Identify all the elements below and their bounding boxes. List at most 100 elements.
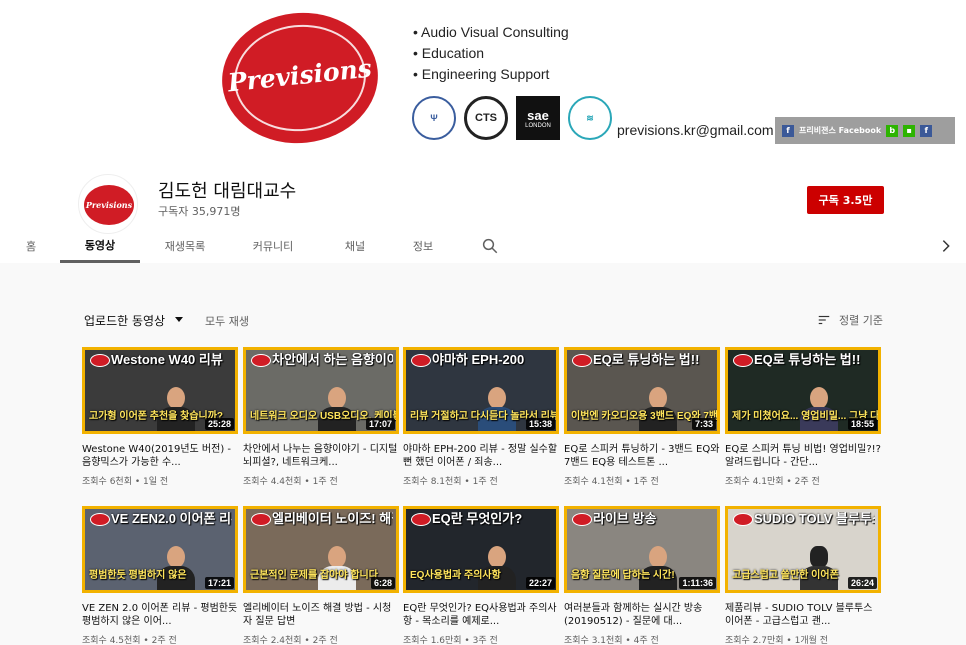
video-title[interactable]: EQ란 무엇인가? EQ사용법과 주의사항 - 목소리를 예제로...: [403, 602, 559, 628]
thumbnail-headline: 라이브 방송: [593, 512, 657, 526]
youtube-channel-page: Previsions Audio Visual Consulting Educa…: [0, 0, 966, 645]
thumbnail-headline: EQ로 튜닝하는 법!!: [593, 353, 700, 367]
thumbnail-headline: 야마하 EPH-200: [432, 353, 525, 367]
video-thumbnail[interactable]: 야마하 EPH-200 리뷰 거절하고 다시듣다 놀라서 리뷰함 15:38: [403, 347, 559, 434]
video-thumbnail[interactable]: EQ로 튜닝하는 법!! 제가 미쳤어요... 영업비밀... 그냥 다 알려드…: [725, 347, 881, 434]
sort-icon[interactable]: [817, 313, 831, 327]
video-title[interactable]: 엘리베이터 노이즈 해결 방법 - 시청자 질문 답변: [243, 602, 399, 628]
thumbnail-headline: EQ란 무엇인가?: [432, 512, 523, 526]
thumbnail-headline: Westone W40 리뷰: [111, 353, 223, 367]
thumbnail-caption: EQ사용법과 주의사항: [410, 570, 501, 581]
tab-about[interactable]: 정보: [403, 229, 443, 263]
tab-channels[interactable]: 채널: [335, 229, 375, 263]
avatar-logo: Previsions: [84, 185, 134, 225]
partner-badges: Ψ CTS sae LONDON ≋: [412, 96, 612, 140]
facebook-label[interactable]: 프리비젼스 Facebook: [799, 125, 881, 136]
brand-logo-icon: [90, 513, 110, 526]
video-duration: 26:24: [847, 577, 877, 589]
video-thumbnail[interactable]: 엘리베이터 노이즈! 해결 방법 근본적인 문제를 잡아야 합니다 6:28: [243, 506, 399, 593]
tab-community[interactable]: 커뮤니티: [240, 229, 306, 263]
video-thumbnail[interactable]: EQ로 튜닝하는 법!! 이번엔 카오디오용 3밴드 EQ와 7밴드 EQ 7:…: [564, 347, 720, 434]
facebook-icon[interactable]: f: [782, 124, 794, 137]
video-title[interactable]: 차안에서 나누는 음향이야기 - 디지털 뇌피셜?, 네트워크케...: [243, 443, 399, 469]
video-meta: 조회수 4.1만회 • 2주 전: [725, 477, 820, 487]
search-icon[interactable]: [481, 237, 499, 255]
previsions-logo: Previsions: [215, 5, 385, 151]
presenter-image: [157, 385, 195, 431]
uploaded-videos-dropdown[interactable]: 업로드한 동영상: [84, 312, 165, 329]
presenter-image: [800, 385, 838, 431]
video-card[interactable]: SUDIO TOLV 블루투스 이어폰 고급스럽고 쓸만한 이어폰 26:24 …: [725, 506, 881, 645]
channel-tabs: 홈 동영상 재생목록 커뮤니티 채널 정보: [0, 229, 966, 263]
brand-logo-icon: [733, 513, 753, 526]
chevron-right-icon[interactable]: [938, 238, 954, 254]
video-card[interactable]: EQ로 튜닝하는 법!! 이번엔 카오디오용 3밴드 EQ와 7밴드 EQ 7:…: [564, 347, 720, 487]
video-card[interactable]: EQ로 튜닝하는 법!! 제가 미쳤어요... 영업비밀... 그냥 다 알려드…: [725, 347, 881, 487]
video-title[interactable]: Westone W40(2019년도 버전) - 음향믹스가 가능한 수...: [82, 443, 238, 469]
video-thumbnail[interactable]: EQ란 무엇인가? EQ사용법과 주의사항 22:27: [403, 506, 559, 593]
video-meta: 조회수 2.4천회 • 2주 전: [243, 636, 338, 645]
logo-text: Previsions: [226, 53, 374, 98]
brand-logo-icon: [251, 513, 271, 526]
tab-videos[interactable]: 동영상: [60, 229, 140, 263]
blog-icon[interactable]: b: [886, 124, 899, 137]
video-title[interactable]: 제품리뷰 - SUDIO TOLV 블루투스 이어폰 - 고급스럽고 괜...: [725, 602, 881, 628]
video-card[interactable]: 야마하 EPH-200 리뷰 거절하고 다시듣다 놀라서 리뷰함 15:38 야…: [403, 347, 559, 487]
video-meta: 조회수 2.7만회 • 1개월 전: [725, 636, 829, 645]
video-duration: 15:38: [525, 418, 555, 430]
channel-banner: Previsions Audio Visual Consulting Educa…: [0, 0, 966, 155]
university-seal-icon-2: ≋: [568, 96, 612, 140]
video-duration: 6:28: [370, 577, 395, 589]
sae-text: sae: [527, 107, 549, 123]
video-meta: 조회수 4.4천회 • 1주 전: [243, 477, 338, 487]
channel-name: 김도헌 대림대교수: [158, 181, 297, 202]
video-filter-row: 업로드한 동영상 모두 재생 정렬 기준: [84, 312, 884, 330]
facebook-icon-2[interactable]: f: [920, 124, 933, 137]
video-meta: 조회수 6천회 • 1일 전: [82, 477, 169, 487]
presenter-image: [639, 385, 677, 431]
video-thumbnail[interactable]: Westone W40 리뷰 고가형 이어폰 추천을 찾습니까? 25:28: [82, 347, 238, 434]
sae-sub: LONDON: [525, 122, 551, 129]
subscribe-button[interactable]: 구독 3.5만: [807, 186, 884, 214]
social-links[interactable]: f 프리비젼스 Facebook b ▪ f: [775, 117, 955, 144]
sort-by-button[interactable]: 정렬 기준: [839, 312, 883, 328]
sae-institute-logo: sae LONDON: [516, 96, 560, 140]
video-title[interactable]: 야마하 EPH-200 리뷰 - 정말 실수할뻔 했던 이어폰 / 죄송...: [403, 443, 559, 469]
university-seal-icon: Ψ: [412, 96, 456, 140]
video-thumbnail[interactable]: SUDIO TOLV 블루투스 이어폰 고급스럽고 쓸만한 이어폰 26:24: [725, 506, 881, 593]
video-card[interactable]: 차안에서 하는 음향이야기 네트워크 오디오 USB오디오, 케이블 차이? 1…: [243, 347, 399, 487]
video-card[interactable]: Westone W40 리뷰 고가형 이어폰 추천을 찾습니까? 25:28 W…: [82, 347, 238, 487]
brand-logo-icon: [733, 354, 753, 367]
thumbnail-caption: 평범한듯 평범하지 않은: [89, 570, 187, 581]
video-title[interactable]: EQ로 스피커 튜닝 비법! 영업비밀?!?알려드립니다 - 간단...: [725, 443, 881, 469]
video-meta: 조회수 3.1천회 • 4주 전: [564, 636, 659, 645]
video-card[interactable]: 엘리베이터 노이즈! 해결 방법 근본적인 문제를 잡아야 합니다 6:28 엘…: [243, 506, 399, 645]
video-card[interactable]: VE ZEN2.0 이어폰 리뷰 평범한듯 평범하지 않은 17:21 VE Z…: [82, 506, 238, 645]
band-icon[interactable]: ▪: [903, 124, 916, 137]
subscriber-count: 구독자 35,971명: [158, 205, 241, 218]
video-duration: 17:07: [365, 418, 395, 430]
video-title[interactable]: VE ZEN 2.0 이어폰 리뷰 - 평범한듯 평범하지 않은 이어...: [82, 602, 238, 628]
caret-down-icon[interactable]: [175, 317, 183, 322]
channel-avatar[interactable]: Previsions: [78, 174, 138, 234]
brand-logo-icon: [251, 354, 271, 367]
video-thumbnail[interactable]: VE ZEN2.0 이어폰 리뷰 평범한듯 평범하지 않은 17:21: [82, 506, 238, 593]
video-card[interactable]: 라이브 방송 음향 질문에 답하는 시간! 1:11:36 여러분들과 함께하는…: [564, 506, 720, 645]
tab-home[interactable]: 홈: [14, 229, 48, 263]
presenter-image: [318, 544, 356, 590]
video-meta: 조회수 4.5천회 • 2주 전: [82, 636, 177, 645]
presenter-image: [157, 544, 195, 590]
brand-logo-icon: [90, 354, 110, 367]
video-title[interactable]: EQ로 스피커 튜닝하기 - 3밴드 EQ와 7밴드 EQ용 테스트톤 ...: [564, 443, 720, 469]
video-card[interactable]: EQ란 무엇인가? EQ사용법과 주의사항 22:27 EQ란 무엇인가? EQ…: [403, 506, 559, 645]
thumbnail-caption: 고가형 이어폰 추천을 찾습니까?: [89, 411, 224, 422]
thumbnail-headline: EQ로 튜닝하는 법!!: [754, 353, 861, 367]
tab-playlists[interactable]: 재생목록: [153, 229, 217, 263]
play-all-link[interactable]: 모두 재생: [205, 313, 249, 329]
video-title[interactable]: 여러분들과 함께하는 실시간 방송 (20190512) - 질문에 대...: [564, 602, 720, 628]
thumbnail-caption: 음향 질문에 답하는 시간!: [571, 570, 675, 581]
video-thumbnail[interactable]: 라이브 방송 음향 질문에 답하는 시간! 1:11:36: [564, 506, 720, 593]
video-thumbnail[interactable]: 차안에서 하는 음향이야기 네트워크 오디오 USB오디오, 케이블 차이? 1…: [243, 347, 399, 434]
video-meta: 조회수 8.1천회 • 1주 전: [403, 477, 498, 487]
presenter-image: [478, 544, 516, 590]
